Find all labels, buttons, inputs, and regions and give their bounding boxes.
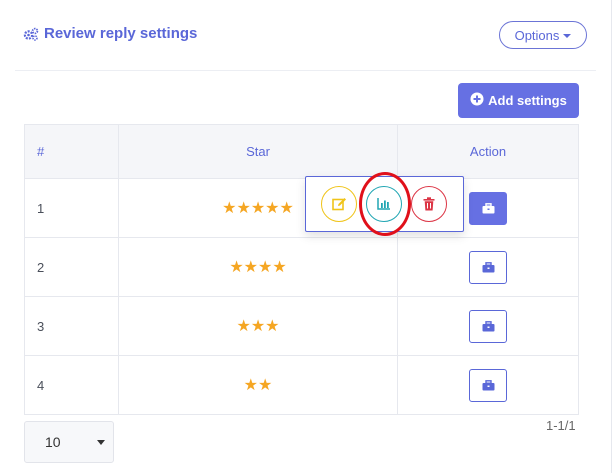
column-header-action: Action	[397, 124, 579, 179]
add-settings-button[interactable]: Add settings	[458, 83, 579, 118]
options-label: Options	[514, 27, 560, 43]
stars-rating: ★★★★	[229, 259, 287, 276]
row-action-cell	[397, 355, 579, 415]
page-size-select[interactable]: 10	[24, 421, 114, 463]
caret-down-icon	[563, 33, 572, 38]
row-number: 2	[24, 237, 119, 297]
briefcase-icon	[482, 261, 494, 272]
row-stars: ★★	[118, 355, 398, 415]
row-number: 1	[24, 178, 119, 238]
edit-button[interactable]	[321, 186, 357, 222]
briefcase-icon	[482, 320, 494, 331]
briefcase-icon	[482, 202, 494, 213]
plus-circle-icon	[470, 92, 484, 109]
trash-icon	[423, 197, 435, 211]
action-button[interactable]	[469, 191, 507, 225]
table-row: 4 ★★	[24, 355, 579, 415]
table-row: 1 ★★★★★	[24, 178, 579, 238]
row-action-cell	[397, 296, 579, 356]
row-number: 3	[24, 296, 119, 356]
highlight-circle	[359, 172, 411, 236]
action-button[interactable]	[469, 368, 507, 402]
edit-icon	[331, 198, 346, 211]
review-reply-settings-card: Review reply settings Options Add settin…	[0, 0, 612, 473]
row-action-cell	[397, 237, 579, 297]
header-divider	[15, 70, 596, 71]
page-size-value: 10	[45, 434, 61, 450]
table-header-row: # Star Action	[24, 124, 579, 179]
options-dropdown-button[interactable]: Options	[499, 21, 587, 49]
row-stars: ★★★★	[118, 237, 398, 297]
settings-table: # Star Action 1 ★★★★★ 2 ★★★★ 3 ★★★ 4 ★★	[24, 124, 579, 415]
delete-button[interactable]	[411, 186, 447, 222]
stars-rating: ★★★	[236, 318, 280, 335]
caret-down-icon	[97, 439, 105, 445]
stars-rating: ★★	[243, 377, 273, 394]
column-header-star: Star	[118, 124, 398, 179]
card-title: Review reply settings	[23, 25, 197, 42]
row-number: 4	[24, 355, 119, 415]
gears-icon	[23, 27, 39, 41]
page-info: 1-1/1	[546, 418, 576, 433]
briefcase-icon	[482, 379, 494, 390]
column-header-number: #	[24, 124, 119, 179]
action-button[interactable]	[469, 250, 507, 284]
table-row: 2 ★★★★	[24, 237, 579, 297]
row-stars: ★★★	[118, 296, 398, 356]
card-title-text: Review reply settings	[44, 25, 198, 42]
action-button[interactable]	[469, 309, 507, 343]
table-row: 3 ★★★	[24, 296, 579, 356]
stars-rating: ★★★★★	[222, 200, 294, 217]
add-settings-label: Add settings	[488, 93, 567, 108]
